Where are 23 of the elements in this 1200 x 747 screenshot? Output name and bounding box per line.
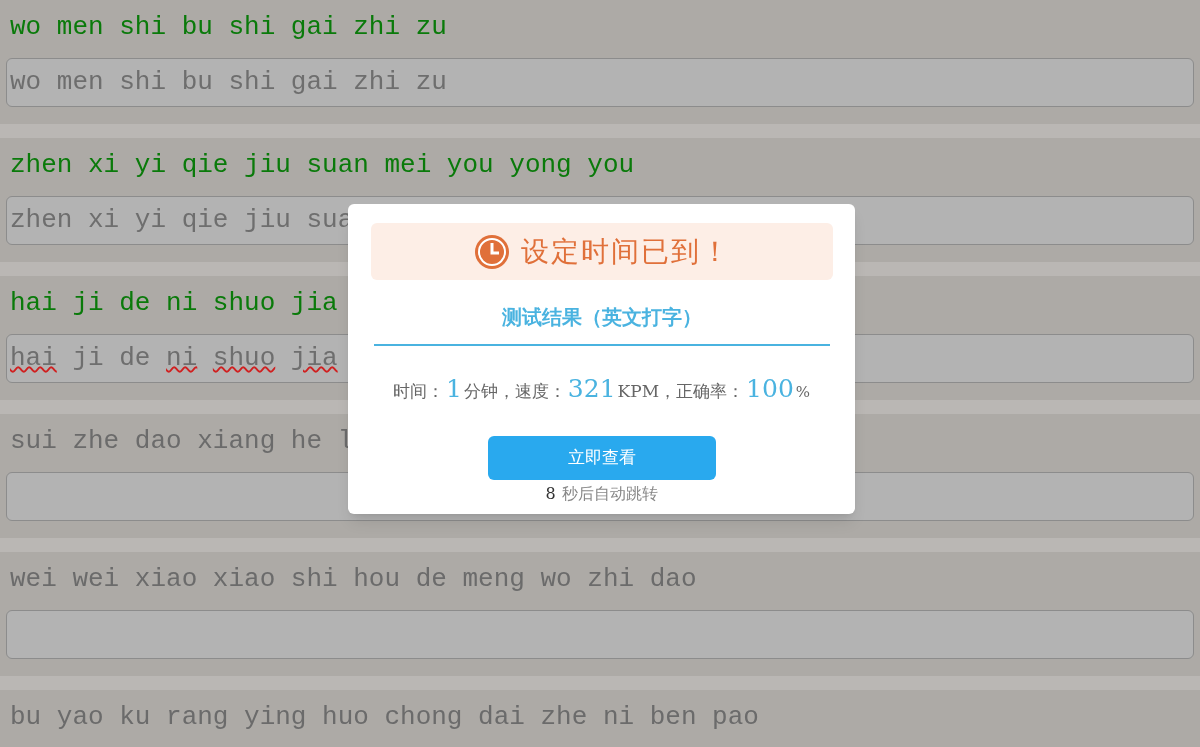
- stat-value: 100: [745, 373, 795, 405]
- prompt-text: hai ji de ni shuo jia: [9, 287, 338, 320]
- typed-text: shuo: [212, 342, 276, 375]
- result-title: 测试结果（英文打字）: [501, 304, 702, 331]
- stat-unit: %: [795, 382, 811, 403]
- countdown-number: 8: [545, 482, 556, 505]
- typed-text: de: [119, 342, 151, 375]
- typed-text: jia: [290, 342, 338, 375]
- prompt-text: wo men shi bu shi gai zhi zu: [9, 11, 447, 44]
- typed-text: wo men shi bu shi gai zhi zu: [10, 66, 447, 99]
- prompt-text: wei wei xiao xiao shi hou de meng wo zhi dao: [9, 563, 697, 596]
- stat-label: KPM，正确率：: [617, 380, 745, 403]
- alert-heading: 设定时间已到！: [520, 233, 731, 270]
- stat-value: 321: [566, 373, 617, 405]
- typed-text: ni: [166, 342, 198, 375]
- countdown-text: 秒后自动跳转: [561, 482, 658, 505]
- stat-label: 分钟，速度：: [463, 380, 566, 403]
- typed-text: ji: [72, 342, 104, 375]
- prompt-text: zhen xi yi qie jiu suan mei you yong you: [9, 149, 635, 182]
- prompt-text: bu yao ku rang ying huo chong dai zhe ni ben pao: [9, 701, 759, 734]
- typed-text: hai: [10, 342, 57, 375]
- stat-label: 时间：: [392, 380, 444, 403]
- stat-value: 1: [444, 373, 463, 405]
